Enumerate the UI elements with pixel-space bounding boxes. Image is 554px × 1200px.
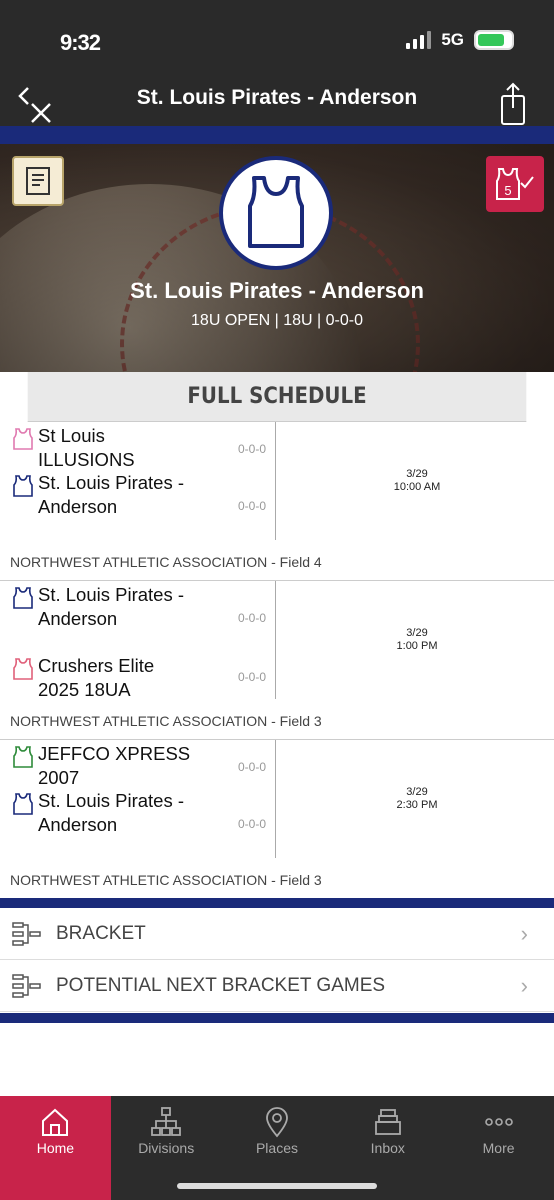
team-subtitle: 18U OPEN | 18U | 0-0-0 [191,312,363,329]
game-teams: St. Louis Pirates - Anderson 0-0-0 Crush… [10,581,276,700]
games-list: St Louis ILLUSIONS 0-0-0 St. Louis Pirat… [0,422,554,899]
team-record: 0-0-0 [237,670,266,684]
team-hero: 5 St. Louis Pirates - Anderson 18U OPEN … [0,144,554,372]
game-date: 3/29 [406,468,428,480]
game-date: 3/29 [406,786,428,798]
team-name: Crushers Elite 2025 18UA [38,655,155,700]
team-name: St. Louis Pirates - Anderson [130,278,424,303]
team-record: 0-0-0 [237,442,266,456]
share-icon[interactable] [500,82,526,126]
section-divider [0,898,554,908]
jersey-icon [13,587,33,609]
team-record: 0-0-0 [237,760,266,774]
team-name: JEFFCO XPRESS 2007 [38,743,191,788]
team-name: St. Louis Pirates - Anderson [38,472,185,517]
notes-icon [26,167,50,195]
jersey-icon [13,428,33,450]
game-card[interactable]: JEFFCO XPRESS 2007 0-0-0 St. Louis Pirat… [0,740,554,899]
tab-label: More [482,1140,515,1156]
divisions-icon [151,1107,182,1136]
section-divider [0,1013,554,1023]
game-time: 3/29 1:00 PM [280,627,554,653]
notes-button[interactable] [12,156,64,206]
game-teams: JEFFCO XPRESS 2007 0-0-0 St. Louis Pirat… [10,740,276,858]
game-card[interactable]: St Louis ILLUSIONS 0-0-0 St. Louis Pirat… [0,422,554,581]
team-record: 0-0-0 [237,499,266,513]
home-indicator[interactable] [177,1183,377,1189]
bracket-icon [12,922,41,946]
jersey-check-icon: 5 [496,168,534,200]
chevron-right-icon: › [520,972,528,998]
team-name: St. Louis Pirates - Anderson [38,584,185,629]
roster-check-button[interactable]: 5 [486,156,544,212]
header-accent-strip [0,126,554,144]
tab-label: Divisions [138,1140,195,1156]
tab-label: Places [255,1140,298,1156]
home-icon [42,1108,69,1136]
status-icons: 5G [406,30,514,50]
jersey-icon [248,176,304,248]
game-teams: St Louis ILLUSIONS 0-0-0 St. Louis Pirat… [10,422,276,540]
game-card[interactable]: St. Louis Pirates - Anderson 0-0-0 Crush… [0,581,554,740]
game-time: 3/29 10:00 AM [280,468,554,494]
tab-label: Inbox [370,1140,405,1156]
tab-label: Home [36,1140,75,1156]
team-record: 0-0-0 [237,817,266,831]
potential-bracket-link[interactable]: POTENTIAL NEXT BRACKET GAMES › [0,960,554,1012]
game-time-label: 2:30 PM [396,799,438,811]
game-venue: NORTHWEST ATHLETIC ASSOCIATION - Field 4 [10,554,322,570]
game-time-label: 1:00 PM [396,640,438,652]
jersey-icon [13,793,33,815]
team-name: St. Louis Pirates - Anderson [38,790,185,835]
tab-home[interactable]: Home [0,1096,111,1200]
game-date: 3/29 [406,627,428,639]
team-record: 0-0-0 [237,611,266,625]
bracket-label: BRACKET [56,922,146,944]
bracket-link[interactable]: BRACKET › [0,908,554,960]
inbox-icon [374,1109,401,1135]
potential-bracket-label: POTENTIAL NEXT BRACKET GAMES [56,974,386,996]
jersey-icon [13,746,33,768]
tab-more[interactable]: More [443,1096,554,1200]
nav-title: St. Louis Pirates - Anderson [136,86,418,109]
chevron-right-icon: › [520,920,528,946]
top-header: 9:32 5G St. Louis Pirates - Anderson [0,0,554,126]
schedule-header: FULL SCHEDULE [27,372,527,422]
signal-icon [406,31,432,49]
location-pin-icon [266,1107,288,1138]
svg-text:5: 5 [504,183,511,198]
team-logo [219,156,333,270]
game-venue: NORTHWEST ATHLETIC ASSOCIATION - Field 3 [10,713,322,729]
game-venue: NORTHWEST ATHLETIC ASSOCIATION - Field 3 [10,872,322,888]
game-time: 3/29 2:30 PM [280,786,554,812]
jersey-icon [13,658,33,680]
jersey-icon [13,475,33,497]
battery-icon [474,30,514,50]
bracket-icon [12,974,41,998]
more-dots-icon [484,1118,513,1126]
team-name: St Louis ILLUSIONS [38,425,135,470]
status-time: 9:32 [60,30,101,55]
game-time-label: 10:00 AM [393,481,441,493]
network-label: 5G [441,30,464,49]
